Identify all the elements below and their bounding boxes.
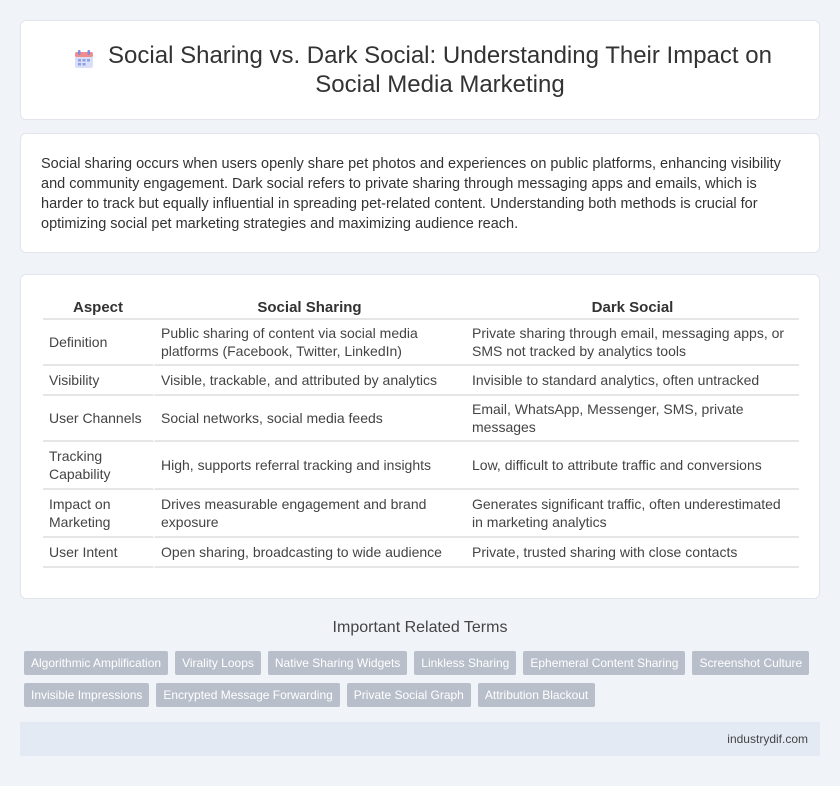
header-aspect: Aspect bbox=[43, 295, 153, 320]
cell-aspect: User Intent bbox=[43, 538, 153, 568]
intro-paragraph: Social sharing occurs when users openly … bbox=[41, 156, 781, 232]
cell-aspect: Definition bbox=[43, 320, 153, 366]
cell-dark-social: Invisible to standard analytics, often u… bbox=[466, 366, 799, 396]
table-row: Visibility Visible, trackable, and attri… bbox=[43, 366, 799, 396]
comparison-card: Aspect Social Sharing Dark Social Defini… bbox=[20, 274, 820, 599]
footer: industrydif.com bbox=[20, 722, 820, 756]
term-tag[interactable]: Algorithmic Amplification bbox=[24, 651, 169, 675]
cell-social-sharing: High, supports referral tracking and ins… bbox=[153, 442, 466, 490]
header-dark-social: Dark Social bbox=[466, 295, 799, 320]
cell-dark-social: Private sharing through email, messaging… bbox=[466, 320, 799, 366]
term-tag[interactable]: Encrypted Message Forwarding bbox=[156, 683, 340, 707]
term-tag[interactable]: Private Social Graph bbox=[346, 683, 471, 707]
cell-social-sharing: Open sharing, broadcasting to wide audie… bbox=[153, 538, 466, 568]
term-tag[interactable]: Native Sharing Widgets bbox=[267, 651, 408, 675]
cell-aspect: User Channels bbox=[43, 396, 153, 442]
term-tag[interactable]: Attribution Blackout bbox=[477, 683, 596, 707]
cell-dark-social: Private, trusted sharing with close cont… bbox=[466, 538, 799, 568]
term-tag[interactable]: Ephemeral Content Sharing bbox=[523, 651, 686, 675]
footer-site-link[interactable]: industrydif.com bbox=[727, 732, 808, 746]
related-terms-title: Important Related Terms bbox=[332, 619, 508, 636]
cell-dark-social: Generates significant traffic, often und… bbox=[466, 490, 799, 538]
table-header-row: Aspect Social Sharing Dark Social bbox=[43, 295, 799, 320]
cell-social-sharing: Social networks, social media feeds bbox=[153, 396, 466, 442]
comparison-table: Aspect Social Sharing Dark Social Defini… bbox=[43, 295, 799, 568]
intro-card: Social sharing occurs when users openly … bbox=[20, 133, 820, 253]
term-tag[interactable]: Screenshot Culture bbox=[692, 651, 810, 675]
term-tag[interactable]: Invisible Impressions bbox=[24, 683, 150, 707]
cell-social-sharing: Public sharing of content via social med… bbox=[153, 320, 466, 366]
term-tag[interactable]: Linkless Sharing bbox=[414, 651, 517, 675]
table-row: Definition Public sharing of content via… bbox=[43, 320, 799, 366]
table-row: Tracking Capability High, supports refer… bbox=[43, 442, 799, 490]
table-row: User Intent Open sharing, broadcasting t… bbox=[43, 538, 799, 568]
related-terms-list: Algorithmic Amplification Virality Loops… bbox=[24, 651, 824, 707]
header-card: Social Sharing vs. Dark Social: Understa… bbox=[20, 20, 820, 120]
cell-aspect: Impact on Marketing bbox=[43, 490, 153, 538]
cell-dark-social: Email, WhatsApp, Messenger, SMS, private… bbox=[466, 396, 799, 442]
term-tag[interactable]: Virality Loops bbox=[175, 651, 261, 675]
cell-social-sharing: Drives measurable engagement and brand e… bbox=[153, 490, 466, 538]
page-title: Social Sharing vs. Dark Social: Understa… bbox=[108, 42, 772, 98]
cell-aspect: Tracking Capability bbox=[43, 442, 153, 490]
table-row: User Channels Social networks, social me… bbox=[43, 396, 799, 442]
table-row: Impact on Marketing Drives measurable en… bbox=[43, 490, 799, 538]
cell-dark-social: Low, difficult to attribute traffic and … bbox=[466, 442, 799, 490]
cell-aspect: Visibility bbox=[43, 366, 153, 396]
cell-social-sharing: Visible, trackable, and attributed by an… bbox=[153, 366, 466, 396]
header-social-sharing: Social Sharing bbox=[153, 295, 466, 320]
